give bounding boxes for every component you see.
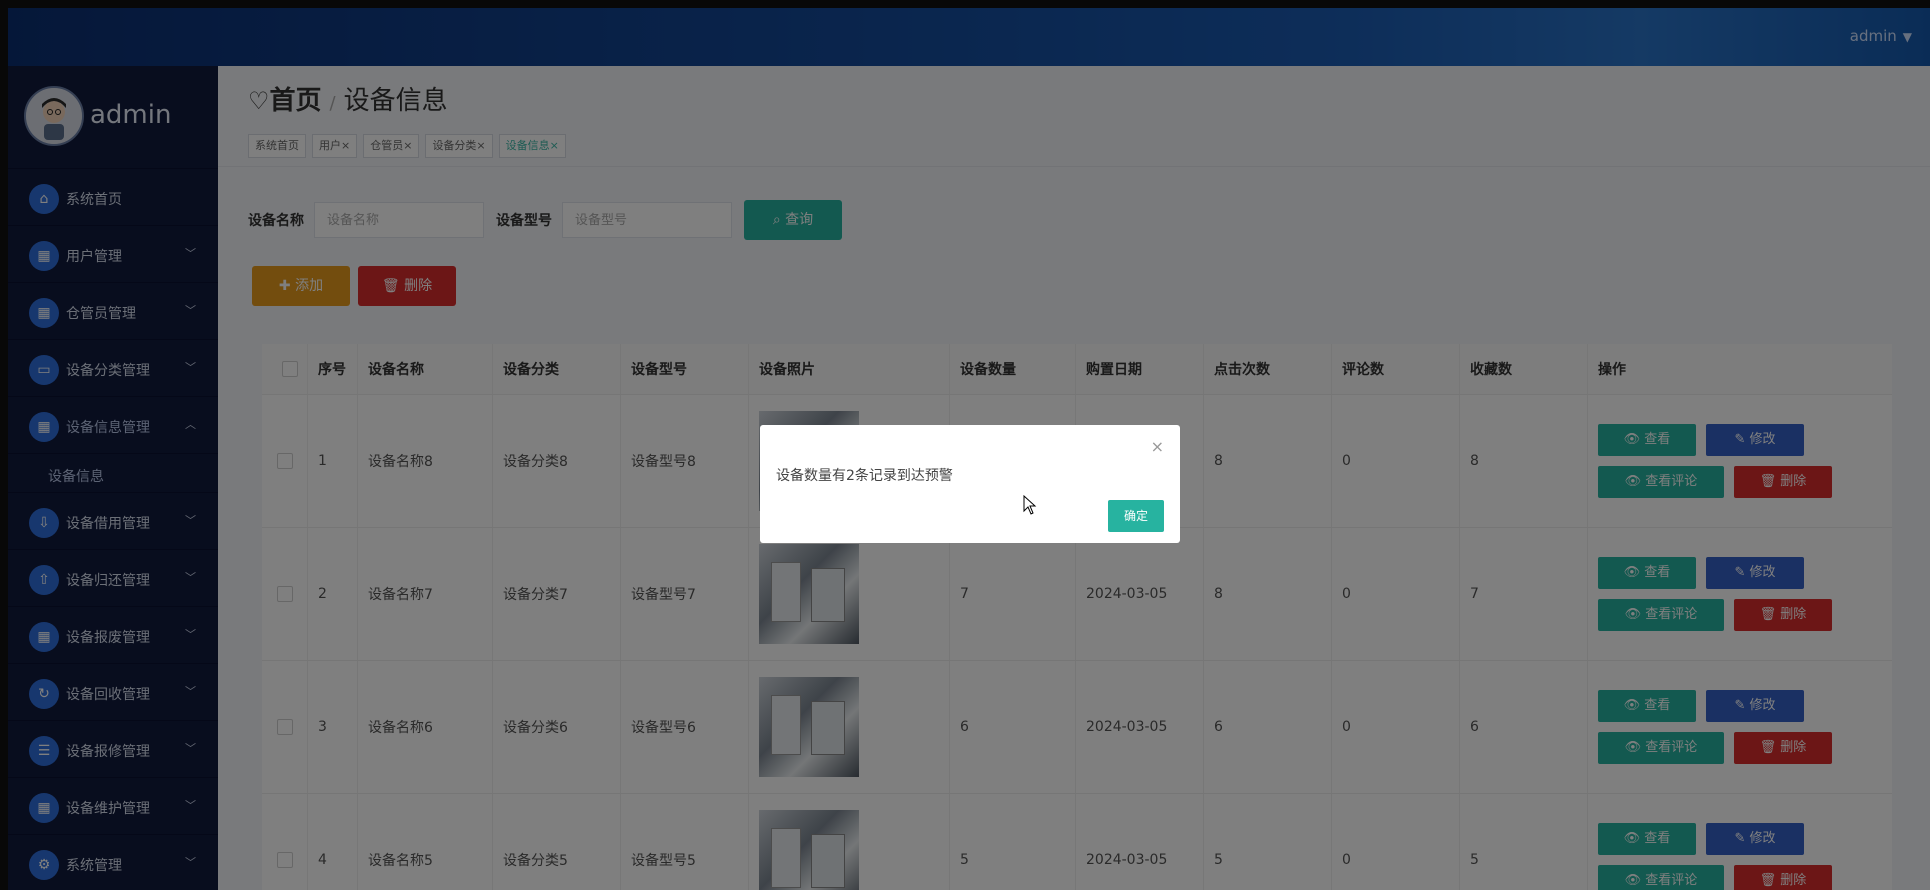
dialog-message: 设备数量有2条记录到达预警 (776, 468, 953, 484)
close-icon[interactable]: × (1151, 437, 1164, 456)
mouse-cursor-icon (1023, 495, 1037, 515)
confirm-button[interactable]: 确定 (1108, 500, 1164, 532)
alert-dialog: × 设备数量有2条记录到达预警 确定 (760, 425, 1180, 543)
